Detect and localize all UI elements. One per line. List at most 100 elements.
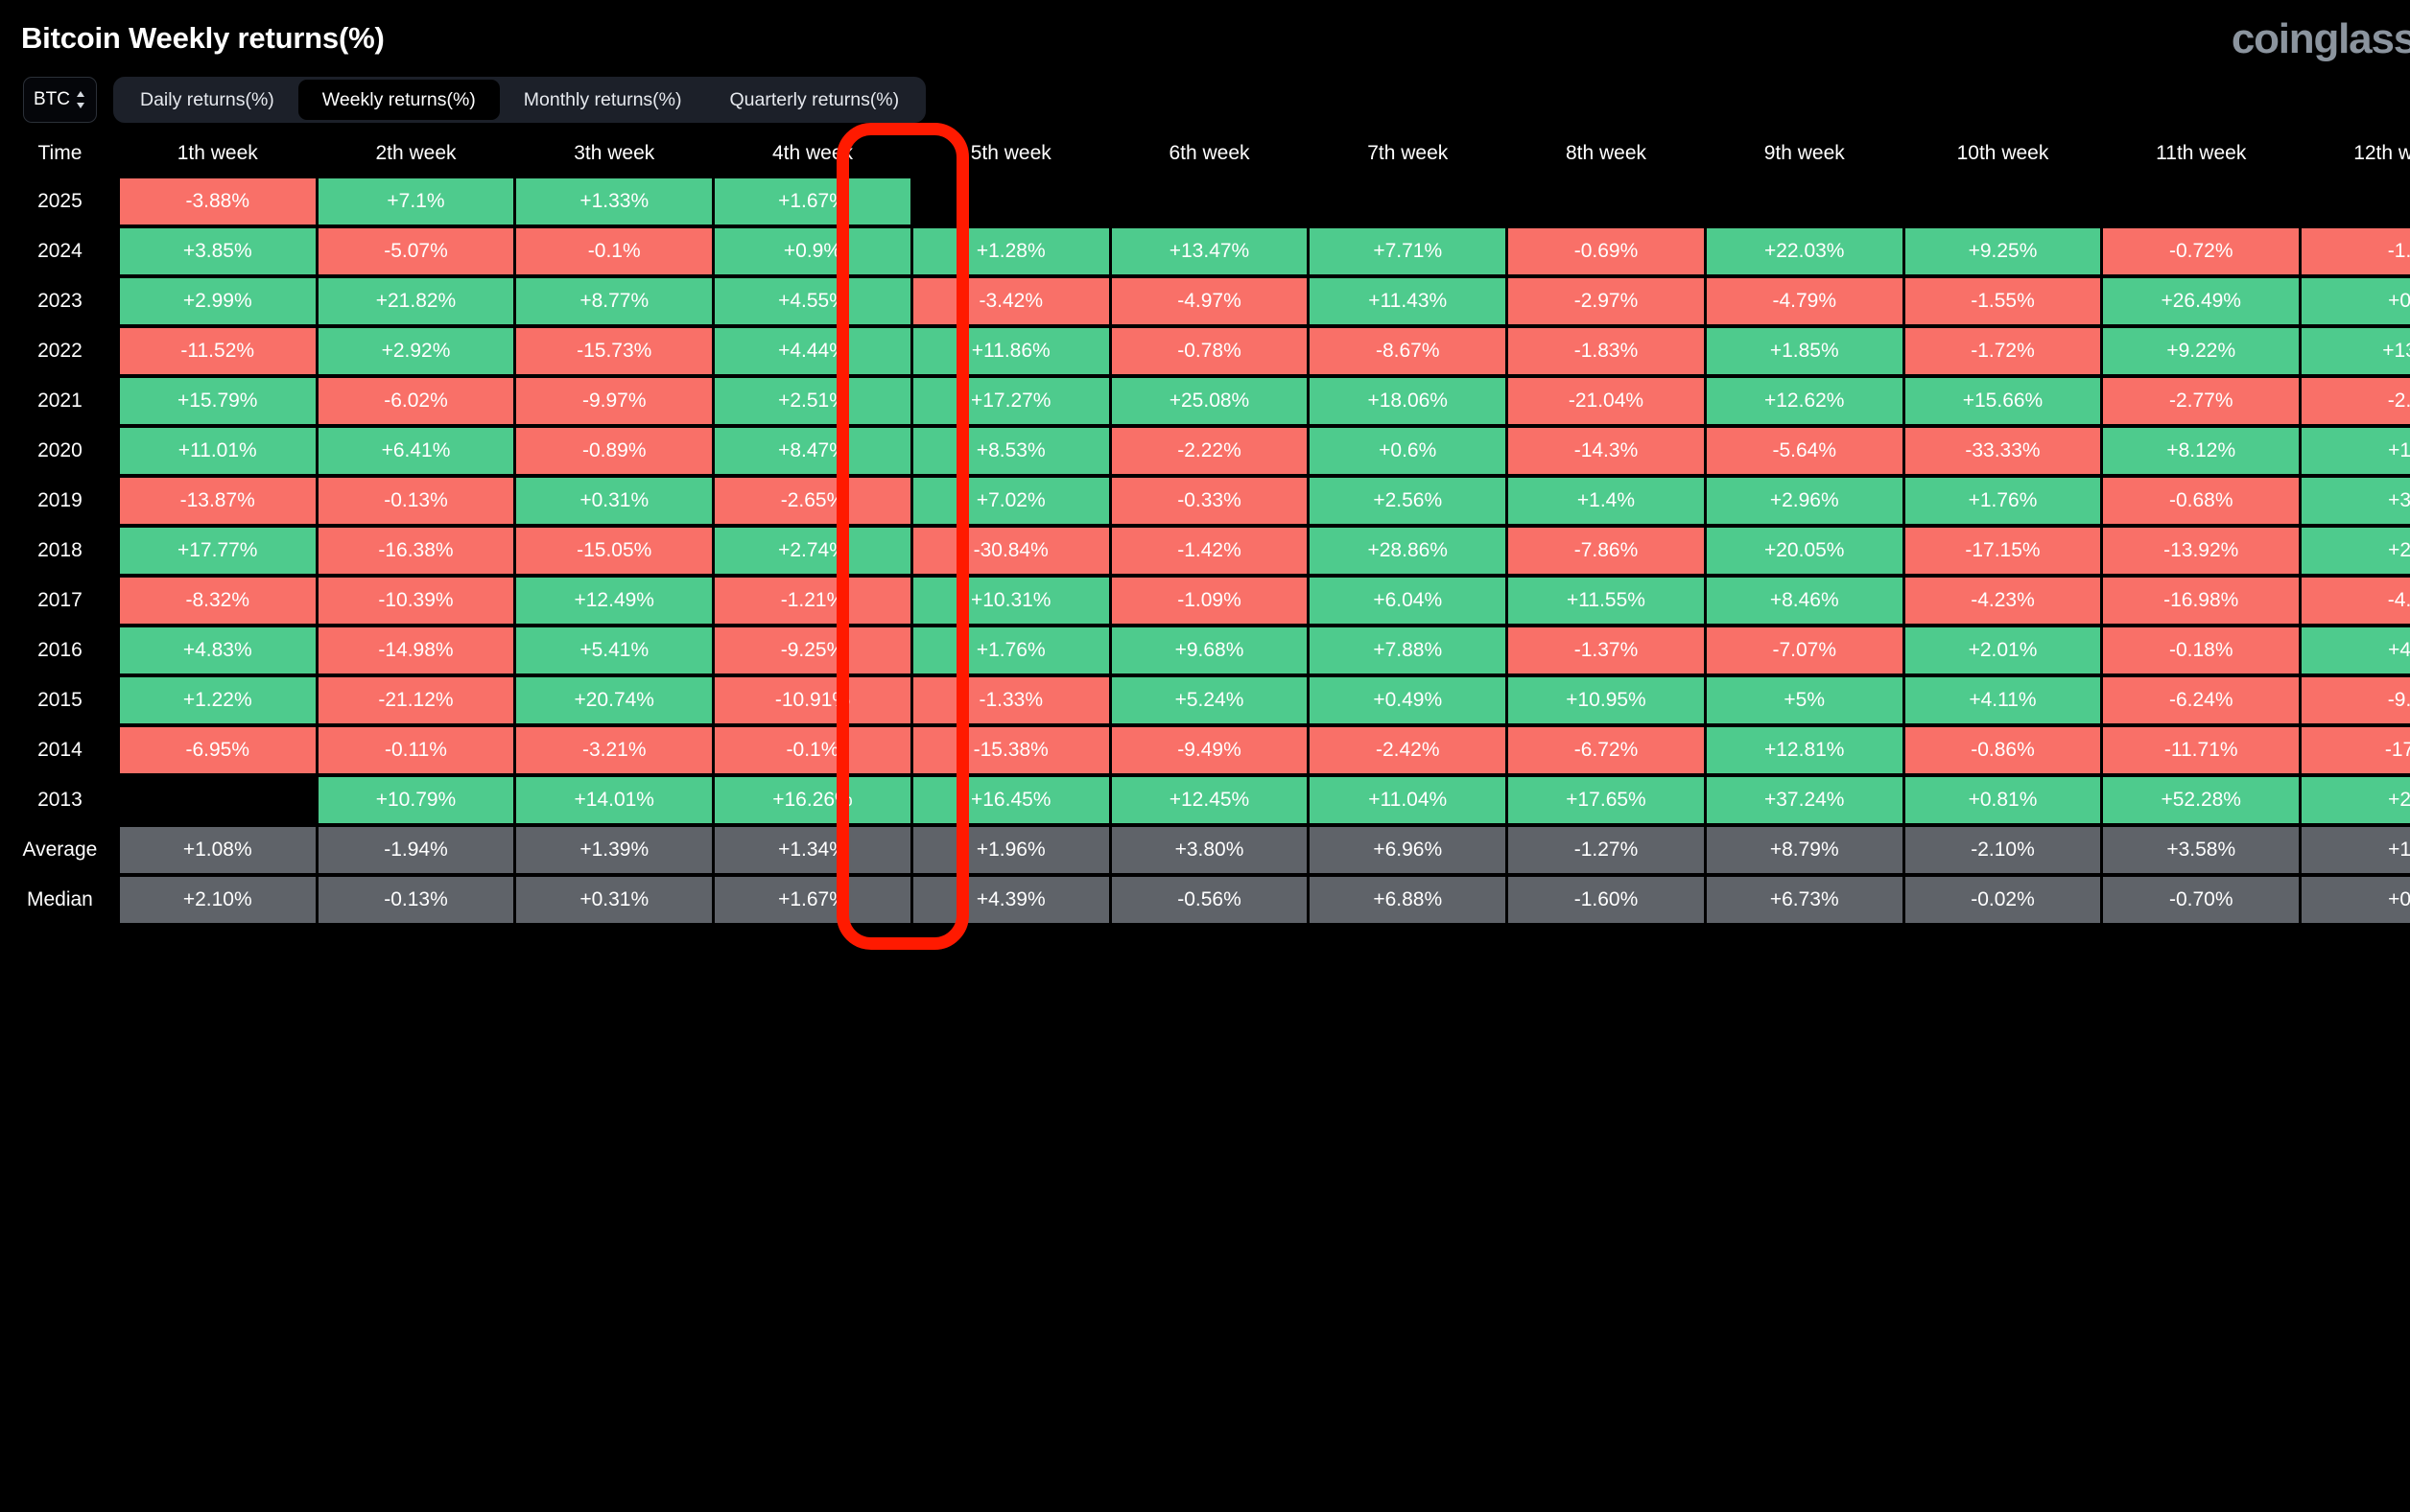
cell-2013-week-7[interactable]: +11.04% xyxy=(1310,777,1506,823)
cell-2015-week-8[interactable]: +10.95% xyxy=(1508,677,1704,723)
cell-2023-week-8[interactable]: -2.97% xyxy=(1508,278,1704,324)
cell-2015-week-12[interactable]: -9. xyxy=(2302,677,2410,723)
cell-2014-week-2[interactable]: -0.11% xyxy=(318,727,514,773)
cell-2014-week-7[interactable]: -2.42% xyxy=(1310,727,1506,773)
cell-2023-week-6[interactable]: -4.97% xyxy=(1111,278,1308,324)
cell-2021-week-6[interactable]: +25.08% xyxy=(1111,378,1308,424)
cell-2023-week-4[interactable]: +4.55% xyxy=(715,278,910,324)
cell-2018-week-11[interactable]: -13.92% xyxy=(2103,528,2300,574)
cell-2020-week-3[interactable]: -0.89% xyxy=(516,428,713,474)
cell-median-week-9[interactable]: +6.73% xyxy=(1706,877,1902,923)
cell-2014-week-10[interactable]: -0.86% xyxy=(1904,727,2101,773)
cell-2025-week-1[interactable]: -3.88% xyxy=(119,178,316,224)
cell-2014-week-11[interactable]: -11.71% xyxy=(2103,727,2300,773)
cell-2022-week-12[interactable]: +13 xyxy=(2302,328,2410,374)
cell-2018-week-12[interactable]: +2 xyxy=(2302,528,2410,574)
cell-2014-week-4[interactable]: -0.1% xyxy=(715,727,910,773)
cell-2024-week-8[interactable]: -0.69% xyxy=(1508,228,1704,274)
cell-2024-week-3[interactable]: -0.1% xyxy=(516,228,713,274)
cell-2018-week-6[interactable]: -1.42% xyxy=(1111,528,1308,574)
cell-2015-week-10[interactable]: +4.11% xyxy=(1904,677,2101,723)
cell-2020-week-1[interactable]: +11.01% xyxy=(119,428,316,474)
cell-2018-week-3[interactable]: -15.05% xyxy=(516,528,713,574)
cell-2019-week-4[interactable]: -2.65% xyxy=(715,478,910,524)
cell-2020-week-7[interactable]: +0.6% xyxy=(1310,428,1506,474)
cell-median-week-11[interactable]: -0.70% xyxy=(2103,877,2300,923)
cell-2019-week-3[interactable]: +0.31% xyxy=(516,478,713,524)
cell-2013-week-11[interactable]: +52.28% xyxy=(2103,777,2300,823)
tab-quarterly-returns[interactable]: Quarterly returns(%) xyxy=(706,80,924,120)
cell-2024-week-4[interactable]: +0.9% xyxy=(715,228,910,274)
cell-2019-week-6[interactable]: -0.33% xyxy=(1111,478,1308,524)
cell-2021-week-12[interactable]: -2. xyxy=(2302,378,2410,424)
cell-2013-week-3[interactable]: +14.01% xyxy=(516,777,713,823)
cell-median-week-1[interactable]: +2.10% xyxy=(119,877,316,923)
cell-average-week-3[interactable]: +1.39% xyxy=(516,827,713,873)
cell-2023-week-2[interactable]: +21.82% xyxy=(318,278,514,324)
cell-2016-week-3[interactable]: +5.41% xyxy=(516,627,713,673)
cell-2019-week-10[interactable]: +1.76% xyxy=(1904,478,2101,524)
cell-2016-week-2[interactable]: -14.98% xyxy=(318,627,514,673)
cell-average-week-4[interactable]: +1.34% xyxy=(715,827,910,873)
cell-2014-week-5[interactable]: -15.38% xyxy=(912,727,1109,773)
cell-2020-week-9[interactable]: -5.64% xyxy=(1706,428,1902,474)
cell-average-week-12[interactable]: +1 xyxy=(2302,827,2410,873)
cell-2017-week-1[interactable]: -8.32% xyxy=(119,578,316,624)
cell-2023-week-7[interactable]: +11.43% xyxy=(1310,278,1506,324)
cell-2014-week-3[interactable]: -3.21% xyxy=(516,727,713,773)
cell-median-week-7[interactable]: +6.88% xyxy=(1310,877,1506,923)
cell-2024-week-2[interactable]: -5.07% xyxy=(318,228,514,274)
cell-2021-week-9[interactable]: +12.62% xyxy=(1706,378,1902,424)
cell-2015-week-11[interactable]: -6.24% xyxy=(2103,677,2300,723)
cell-2022-week-9[interactable]: +1.85% xyxy=(1706,328,1902,374)
cell-2016-week-4[interactable]: -9.25% xyxy=(715,627,910,673)
cell-2022-week-11[interactable]: +9.22% xyxy=(2103,328,2300,374)
cell-2021-week-3[interactable]: -9.97% xyxy=(516,378,713,424)
cell-2015-week-6[interactable]: +5.24% xyxy=(1111,677,1308,723)
cell-2019-week-2[interactable]: -0.13% xyxy=(318,478,514,524)
cell-2017-week-11[interactable]: -16.98% xyxy=(2103,578,2300,624)
cell-2018-week-4[interactable]: +2.74% xyxy=(715,528,910,574)
cell-2019-week-1[interactable]: -13.87% xyxy=(119,478,316,524)
cell-2020-week-12[interactable]: +1 xyxy=(2302,428,2410,474)
cell-2018-week-2[interactable]: -16.38% xyxy=(318,528,514,574)
cell-2016-week-10[interactable]: +2.01% xyxy=(1904,627,2101,673)
cell-2022-week-8[interactable]: -1.83% xyxy=(1508,328,1704,374)
cell-2023-week-9[interactable]: -4.79% xyxy=(1706,278,1902,324)
cell-2016-week-9[interactable]: -7.07% xyxy=(1706,627,1902,673)
cell-2019-week-7[interactable]: +2.56% xyxy=(1310,478,1506,524)
cell-2020-week-5[interactable]: +8.53% xyxy=(912,428,1109,474)
cell-2023-week-11[interactable]: +26.49% xyxy=(2103,278,2300,324)
cell-median-week-3[interactable]: +0.31% xyxy=(516,877,713,923)
cell-2023-week-10[interactable]: -1.55% xyxy=(1904,278,2101,324)
cell-2018-week-1[interactable]: +17.77% xyxy=(119,528,316,574)
cell-2020-week-2[interactable]: +6.41% xyxy=(318,428,514,474)
cell-2021-week-2[interactable]: -6.02% xyxy=(318,378,514,424)
cell-2024-week-5[interactable]: +1.28% xyxy=(912,228,1109,274)
tab-monthly-returns[interactable]: Monthly returns(%) xyxy=(500,80,706,120)
cell-2016-week-1[interactable]: +4.83% xyxy=(119,627,316,673)
cell-2024-week-11[interactable]: -0.72% xyxy=(2103,228,2300,274)
cell-average-week-9[interactable]: +8.79% xyxy=(1706,827,1902,873)
cell-2019-week-5[interactable]: +7.02% xyxy=(912,478,1109,524)
cell-2024-week-9[interactable]: +22.03% xyxy=(1706,228,1902,274)
cell-2017-week-4[interactable]: -1.21% xyxy=(715,578,910,624)
cell-2020-week-10[interactable]: -33.33% xyxy=(1904,428,2101,474)
cell-2014-week-9[interactable]: +12.81% xyxy=(1706,727,1902,773)
cell-2021-week-7[interactable]: +18.06% xyxy=(1310,378,1506,424)
cell-2013-week-5[interactable]: +16.45% xyxy=(912,777,1109,823)
cell-2015-week-4[interactable]: -10.91% xyxy=(715,677,910,723)
cell-2016-week-7[interactable]: +7.88% xyxy=(1310,627,1506,673)
cell-2014-week-12[interactable]: -17 xyxy=(2302,727,2410,773)
cell-2015-week-1[interactable]: +1.22% xyxy=(119,677,316,723)
cell-median-week-12[interactable]: +0 xyxy=(2302,877,2410,923)
cell-2013-week-12[interactable]: +2 xyxy=(2302,777,2410,823)
cell-2022-week-7[interactable]: -8.67% xyxy=(1310,328,1506,374)
cell-2014-week-6[interactable]: -9.49% xyxy=(1111,727,1308,773)
cell-2018-week-8[interactable]: -7.86% xyxy=(1508,528,1704,574)
cell-2020-week-11[interactable]: +8.12% xyxy=(2103,428,2300,474)
cell-2023-week-12[interactable]: +0 xyxy=(2302,278,2410,324)
cell-2016-week-6[interactable]: +9.68% xyxy=(1111,627,1308,673)
cell-median-week-8[interactable]: -1.60% xyxy=(1508,877,1704,923)
cell-2022-week-4[interactable]: +4.44% xyxy=(715,328,910,374)
